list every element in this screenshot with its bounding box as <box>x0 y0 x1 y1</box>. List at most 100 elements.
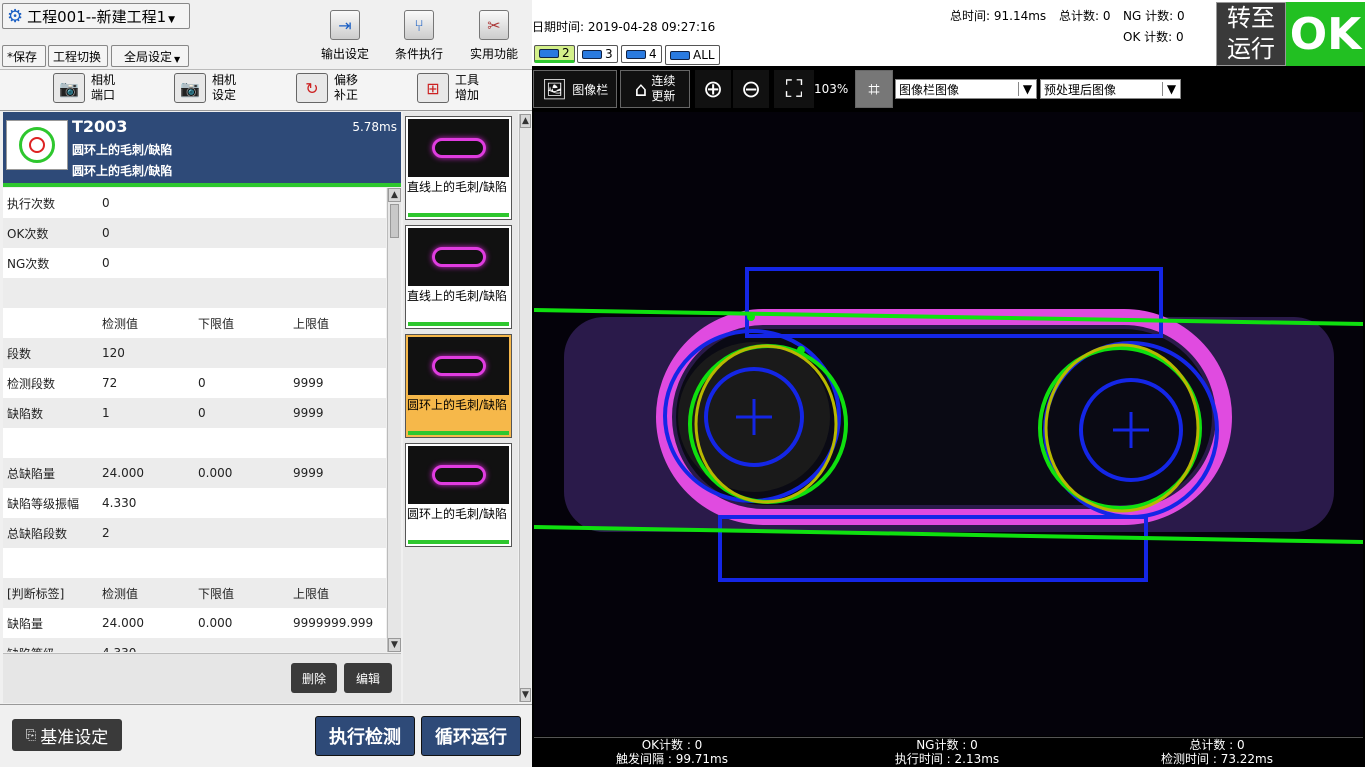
left-panel: ⚙ 工程001--新建工程1 ▼ *保存 工程切换 全局设定 ▼ ⇥ 输出设定 ⑂… <box>0 0 532 767</box>
zoom-out-icon[interactable]: ⊖ <box>733 70 769 108</box>
fit-screen-icon[interactable]: ⛶ <box>774 70 814 108</box>
thumb-label: 直线上的毛刺/缺陷 <box>407 289 508 303</box>
run-line1: 转至 <box>1227 4 1275 32</box>
table-row: 缺陷等级4.330 <box>3 638 386 652</box>
camera-tab-2[interactable]: 2 <box>534 45 575 63</box>
table-cell: 0.000 <box>198 466 233 480</box>
table-cell: 0.000 <box>198 616 233 630</box>
defect-marker <box>747 313 755 321</box>
table-row <box>3 278 386 308</box>
camera-image-view[interactable] <box>534 112 1363 736</box>
switch-to-run-button[interactable]: 转至 运行 <box>1216 2 1286 66</box>
table-cell: 24.000 <box>102 616 144 630</box>
offset-line1: 偏移 <box>334 73 359 87</box>
tool-list-scrollbar[interactable]: ▲ ▼ <box>519 114 531 702</box>
camera-icon: 📷 <box>53 73 85 103</box>
table-cell: 缺陷数 <box>7 406 44 421</box>
table-row: 执行次数 0 <box>3 188 386 218</box>
table-cell: 0 <box>198 376 206 390</box>
table-cell: 72 <box>102 376 118 390</box>
tool-header: T2003 5.78ms 圆环上的毛刺/缺陷 圆环上的毛刺/缺陷 <box>3 112 401 184</box>
scroll-up-icon[interactable]: ▲ <box>520 114 531 128</box>
table-row <box>3 428 386 458</box>
table-row: 段数 120 <box>3 338 386 368</box>
edit-button[interactable]: 编辑 <box>344 663 392 693</box>
camera-settings-button[interactable]: 📷 相机 设定 <box>174 73 236 103</box>
ring-defect-icon <box>6 120 68 170</box>
scroll-down-icon[interactable]: ▼ <box>520 688 531 702</box>
tool-id: T2003 <box>72 117 128 136</box>
zoom-in-icon[interactable]: ⊕ <box>695 70 731 108</box>
scroll-thumb[interactable] <box>390 204 399 238</box>
table-cell: 1 <box>102 406 110 420</box>
camera-tab-4[interactable]: 4 <box>621 45 662 63</box>
result-table: 执行次数 0 OK次数 0 NG次数 0 检测值 下限值 上限值 段数 120 检测段数 72 0 9999… <box>3 188 386 652</box>
table-cell: 段数 <box>7 346 32 361</box>
chevron-down-icon: ▼ <box>1162 82 1180 96</box>
tool-thumb-2[interactable]: 直线上的毛刺/缺陷 <box>405 225 512 329</box>
baseline-settings-button[interactable]: ⎘ 基准设定 <box>12 719 122 751</box>
table-row: 总缺陷量 24.000 0.000 9999 <box>3 458 386 488</box>
table-scrollbar[interactable]: ▲ ▼ <box>387 188 401 652</box>
tool-name: 圆环上的毛刺/缺陷 <box>72 143 173 157</box>
defect-marker <box>797 346 805 354</box>
camera-port-button[interactable]: 📷 相机 端口 <box>53 73 115 103</box>
thumb-status-bar <box>408 213 509 217</box>
camera-tab-label: 4 <box>649 47 657 61</box>
table-row: 总缺陷段数 2 <box>3 518 386 548</box>
camera-tab-3[interactable]: 3 <box>577 45 618 63</box>
baseline-label: 基准设定 <box>40 727 109 748</box>
table-cell: 0 <box>102 226 110 240</box>
image-source-select[interactable]: 图像栏图像 ▼ <box>895 79 1037 99</box>
output-label: 输出设定 <box>320 47 369 61</box>
image-type-select[interactable]: 预处理后图像 ▼ <box>1040 79 1181 99</box>
tool-add-button[interactable]: ⊞ 工具 增加 <box>417 73 479 103</box>
camera-setting-line1: 相机 <box>212 73 237 87</box>
offset-line2: 补正 <box>334 88 359 102</box>
execute-detection-button[interactable]: 执行检测 <box>315 716 415 756</box>
project-selector[interactable]: ⚙ 工程001--新建工程1 ▼ <box>2 3 190 29</box>
table-cell: 总缺陷段数 <box>7 526 68 541</box>
table-cell: 9999 <box>293 376 324 390</box>
image-bar-button[interactable]: 🖼 图像栏 <box>533 70 617 108</box>
roi-select-icon[interactable]: ⌗ <box>855 70 893 108</box>
save-button[interactable]: *保存 <box>2 45 46 67</box>
camera-icon <box>670 50 690 60</box>
offset-correction-button[interactable]: ↻ 偏移 补正 <box>296 73 358 103</box>
table-cell: 检测值 <box>102 316 139 331</box>
loop-run-button[interactable]: 循环运行 <box>421 716 521 756</box>
delete-button[interactable]: 删除 <box>291 663 337 693</box>
tool-thumb-1[interactable]: 直线上的毛刺/缺陷 <box>405 116 512 220</box>
ok-count: OK 计数: 0 <box>1123 30 1184 44</box>
tool-add-line2: 增加 <box>455 88 480 102</box>
camera-tab-all[interactable]: ALL <box>665 45 720 65</box>
project-switch-button[interactable]: 工程切换 <box>48 45 108 67</box>
scroll-up-icon[interactable]: ▲ <box>388 188 401 202</box>
run-line2: 运行 <box>1227 35 1275 63</box>
datetime-label: 日期时间: 2019-04-28 09:27:16 <box>532 20 716 34</box>
table-cell: 下限值 <box>198 586 235 601</box>
table-cell: 4.330 <box>102 646 198 652</box>
thumb-image <box>408 228 509 286</box>
camera-tab-label: 3 <box>605 47 613 61</box>
output-settings-button[interactable]: ⇥ 输出设定 <box>318 10 372 62</box>
table-cell: 24.000 <box>102 466 144 480</box>
table-row: [判断标签] 检测值 下限值 上限值 <box>3 578 386 608</box>
continuous-update-button[interactable]: ⌂ 连续 更新 <box>620 70 690 108</box>
table-cell: 上限值 <box>293 586 330 601</box>
table-cell: OK次数 <box>7 226 49 241</box>
continuous-line1: 连续 <box>651 74 676 88</box>
scroll-down-icon[interactable]: ▼ <box>388 638 401 652</box>
footer-ng-count: NG计数 : 0 <box>916 738 978 752</box>
utility-button[interactable]: ✂ 实用功能 <box>466 10 522 62</box>
zoom-level: 103% <box>814 82 849 96</box>
tools-icon: ✂ <box>479 10 509 40</box>
save-label: *保存 <box>7 49 38 64</box>
tool-thumb-4[interactable]: 圆环上的毛刺/缺陷 <box>405 443 512 547</box>
project-title: 工程001--新建工程1 <box>27 7 167 26</box>
condition-exec-button[interactable]: ⑂ 条件执行 <box>392 10 446 62</box>
ng-count: NG 计数: 0 <box>1123 9 1185 23</box>
thumb-status-bar <box>408 322 509 326</box>
global-settings-button[interactable]: 全局设定 ▼ <box>111 45 189 67</box>
tool-thumb-3[interactable]: 圆环上的毛刺/缺陷 <box>405 334 512 438</box>
